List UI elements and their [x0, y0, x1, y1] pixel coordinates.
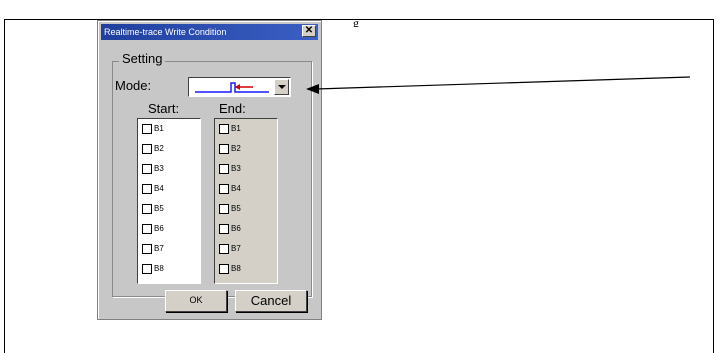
arrow-head — [306, 84, 319, 94]
arrow-line — [315, 76, 691, 90]
annotation-arrow — [306, 76, 691, 94]
